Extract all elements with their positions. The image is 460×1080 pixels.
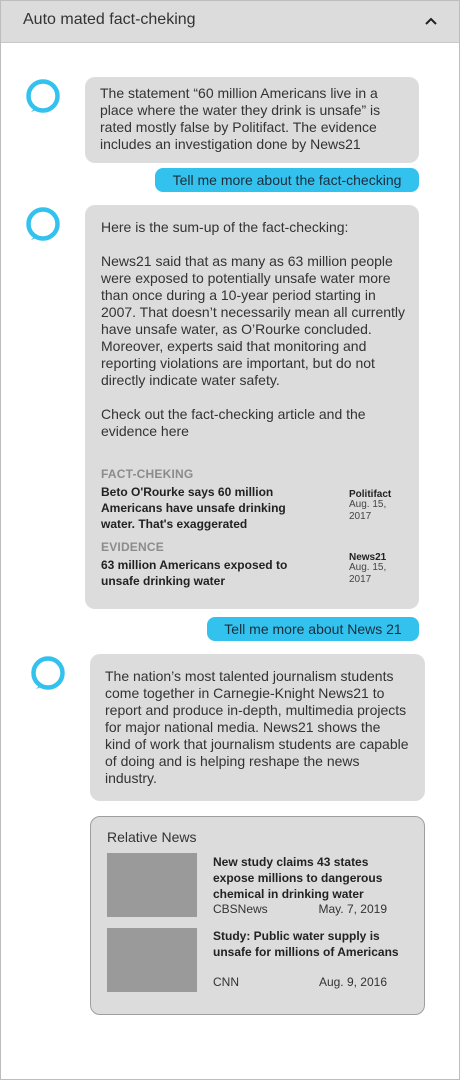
- user-message: Tell me more about News 21: [207, 617, 419, 641]
- assistant-ring-icon: [30, 655, 66, 691]
- evidence-section-label: EVIDENCE: [101, 540, 164, 554]
- factcheck-summary: News21 said that as many as 63 million p…: [101, 253, 406, 388]
- bot-message-text: The statement “60 million Americans live…: [100, 85, 381, 152]
- chevron-up-icon[interactable]: [421, 12, 441, 32]
- news-thumbnail[interactable]: [107, 853, 197, 917]
- panel-title: Auto mated fact-cheking: [23, 11, 196, 28]
- related-news-source: CBSNews: [213, 902, 268, 916]
- user-message: Tell me more about the fact-checking: [155, 168, 419, 192]
- evidence-article-link[interactable]: 63 million Americans exposed to unsafe d…: [101, 557, 321, 589]
- related-news-link[interactable]: New study claims 43 states expose millio…: [213, 854, 403, 902]
- related-news-link[interactable]: Study: Public water supply is unsafe for…: [213, 928, 403, 960]
- related-news-card: Relative News New study claims 43 states…: [90, 816, 425, 1015]
- related-news-date: Aug. 9, 2016: [318, 975, 387, 989]
- factcheck-date: Aug. 15, 2017: [349, 499, 387, 522]
- chat-panel: Auto mated fact-cheking The statement “6…: [0, 0, 460, 1080]
- assistant-ring-icon: [25, 78, 61, 114]
- factcheck-cta: Check out the fact-checking article and …: [101, 406, 366, 439]
- bot-message-factcheck: Here is the sum-up of the fact-checking:…: [85, 205, 419, 609]
- related-news-source: CNN: [213, 975, 239, 989]
- bot-message: The statement “60 million Americans live…: [85, 77, 419, 163]
- related-news-title: Relative News: [107, 829, 197, 845]
- assistant-ring-icon: [25, 206, 61, 242]
- factcheck-section-label: FACT-CHEKING: [101, 467, 194, 481]
- news-thumbnail[interactable]: [107, 928, 197, 992]
- bot-message-news21: The nation’s most talented journalism st…: [90, 654, 425, 801]
- panel-header: Auto mated fact-cheking: [1, 1, 459, 43]
- factcheck-intro: Here is the sum-up of the fact-checking:: [101, 219, 349, 235]
- related-news-date: May. 7, 2019: [318, 902, 387, 916]
- news21-description: The nation’s most talented journalism st…: [105, 668, 409, 786]
- factcheck-article-link[interactable]: Beto O'Rourke says 60 million Americans …: [101, 484, 321, 532]
- evidence-date: Aug. 15, 2017: [349, 562, 387, 585]
